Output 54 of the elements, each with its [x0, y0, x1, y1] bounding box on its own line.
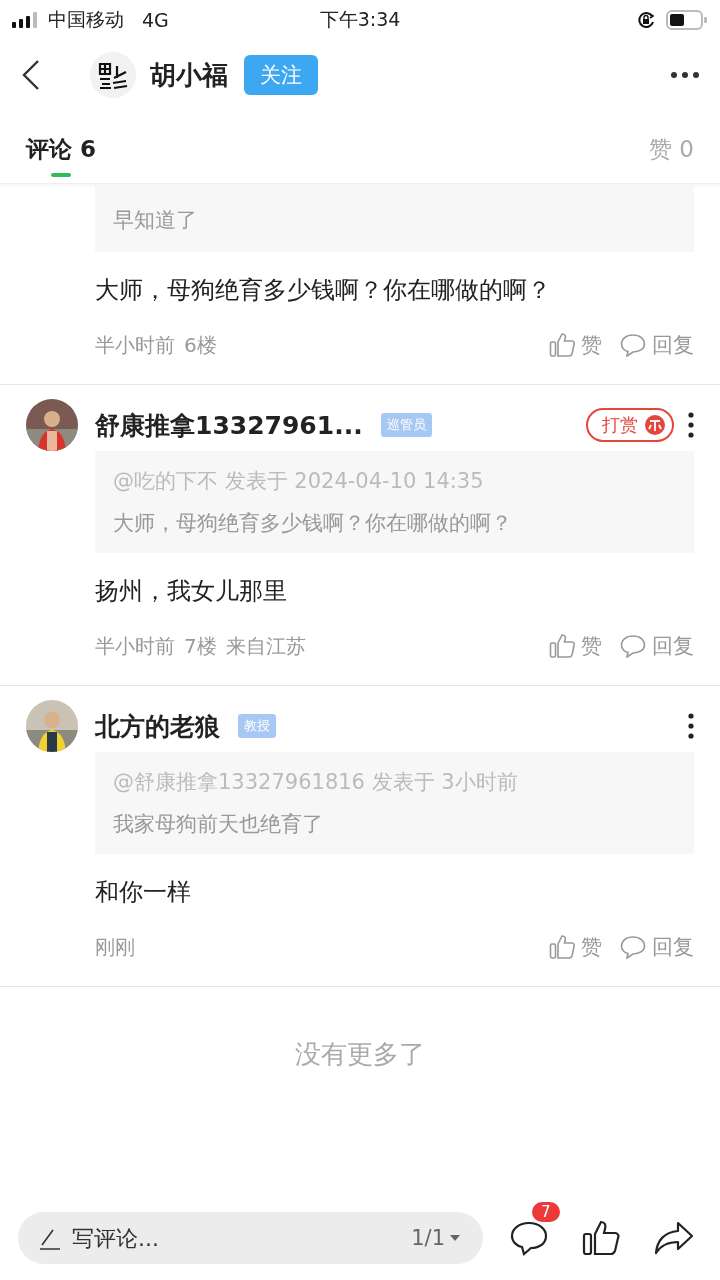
battery-icon — [666, 10, 708, 30]
comment-text: 大师，母狗绝育多少钱啊？你在哪做的啊？ — [95, 275, 552, 306]
author-name[interactable]: 舒康推拿13327961... — [95, 408, 363, 442]
comment-icon[interactable] — [510, 1220, 548, 1256]
comment-meta: 刚刚 — [95, 933, 135, 961]
comment-icon — [620, 634, 646, 658]
reply-button[interactable]: 回复 — [620, 331, 694, 359]
rotation-lock-icon — [636, 10, 656, 30]
quote-header: @舒康推拿13327961816 发表于 3小时前 — [113, 769, 519, 796]
page-title: 胡小福 — [150, 58, 228, 92]
caret-icon — [449, 1234, 461, 1242]
end-of-list-text: 没有更多了 — [295, 1039, 425, 1069]
count-badge: 7 — [532, 1202, 560, 1222]
follow-button[interactable]: 关注 — [244, 55, 318, 95]
comment-meta: 半小时前 — [95, 632, 175, 660]
clock-time: 下午3:34 — [319, 8, 401, 30]
comment-meta: 7楼 — [184, 632, 217, 660]
role-badge: 巡管员 — [380, 413, 432, 437]
comment-input[interactable]: 写评论... 1/1 — [18, 1212, 483, 1264]
thumbs-up-icon — [549, 332, 575, 358]
quote-text: 早知道了 — [113, 207, 198, 234]
comment-icon — [620, 333, 646, 357]
more-icon[interactable] — [688, 412, 694, 438]
role-badge: 教授 — [238, 714, 276, 738]
coin-icon — [644, 414, 666, 436]
signal-icon — [12, 12, 40, 28]
tab[interactable]: 赞 0 — [649, 120, 694, 179]
like-button[interactable]: 赞 — [549, 933, 602, 961]
reply-button[interactable]: 回复 — [620, 933, 694, 961]
thumbs-up-icon[interactable] — [582, 1220, 620, 1256]
comment-meta: 半小时前 — [95, 331, 175, 359]
back-icon[interactable] — [22, 59, 40, 91]
thumbs-up-icon — [549, 934, 575, 960]
page-selector[interactable]: 1/1 — [405, 1225, 467, 1251]
quote-text: 我家母狗前天也绝育了 — [113, 811, 324, 838]
author-name[interactable]: 北方的老狼 — [95, 709, 220, 743]
quote-text: 大师，母狗绝育多少钱啊？你在哪做的啊？ — [113, 510, 513, 537]
like-button[interactable]: 赞 — [549, 331, 602, 359]
network-type: 4G — [142, 9, 169, 31]
comment-meta: 来自江苏 — [225, 632, 306, 660]
more-icon[interactable] — [670, 71, 700, 79]
reward-button[interactable]: 打赏 — [586, 408, 674, 442]
comment-text: 扬州，我女儿那里 — [95, 576, 288, 607]
comment-icon — [620, 935, 646, 959]
thumbs-up-icon — [549, 633, 575, 659]
quote-header: @吃的下不 发表于 2024-04-10 14:35 — [113, 468, 485, 495]
more-icon[interactable] — [688, 713, 694, 739]
comment-text: 和你一样 — [95, 877, 192, 908]
like-button[interactable]: 赞 — [549, 632, 602, 660]
reply-button[interactable]: 回复 — [620, 632, 694, 660]
comment-meta: 6楼 — [184, 331, 217, 359]
carrier-name: 中国移动 — [48, 7, 124, 32]
tab[interactable]: 评论 6 — [26, 120, 96, 179]
share-icon[interactable] — [654, 1221, 694, 1255]
